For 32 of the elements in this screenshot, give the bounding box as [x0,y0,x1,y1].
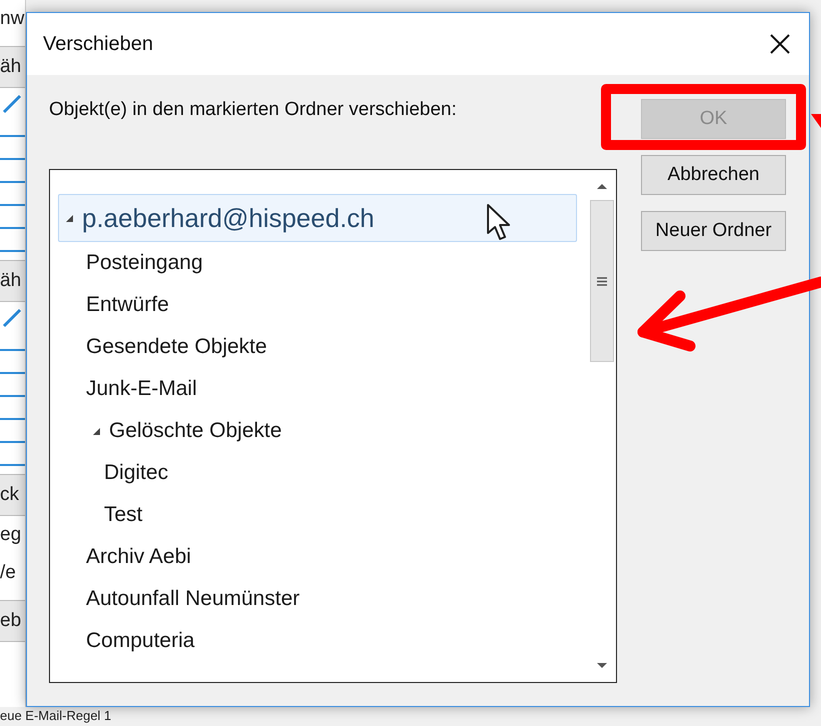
dialog-button[interactable]: Abbrechen [641,155,786,195]
folder-item[interactable]: Digitec [58,452,176,494]
scroll-thumb[interactable] [590,200,614,362]
window-title: Verschieben [43,32,154,56]
folder-item[interactable]: Autounfall Neumünster [58,578,308,620]
column-header: äh [0,270,22,292]
label-text: nw [0,7,25,31]
column-header: ck [0,484,19,506]
folder-item[interactable]: Entwürfe [58,284,177,326]
folder-item[interactable]: Gesendete Objekte [58,326,275,368]
folder-item[interactable]: Posteingang [58,242,211,284]
mouse-pointer-icon [486,203,512,241]
expanded-icon[interactable] [92,426,101,436]
scroll-down-icon[interactable] [596,662,608,670]
folder-item[interactable]: p.aeberhard@hispeed.ch [58,194,577,242]
folder-item[interactable]: Junk-E-Mail [58,368,205,410]
grip-icon [596,276,608,286]
column-header: eb [0,610,22,632]
arrow-tip [811,114,821,128]
label-text: eg [0,523,22,547]
folder-item[interactable]: Archiv Aebi [58,536,200,578]
folder-item[interactable]: Computeria [58,620,203,662]
scroll-up-icon[interactable] [596,182,608,190]
dialog-button[interactable]: Neuer Ordner [641,211,786,251]
folder-item[interactable]: Test [58,494,151,536]
expanded-icon[interactable] [65,214,74,222]
rule-name: eue E-Mail-Regel 1 [0,707,112,725]
folder-item[interactable]: Gelöschte Objekte [58,410,290,452]
label-text: /e [0,561,17,585]
column-header: äh [0,56,22,78]
prompt-text: Objekt(e) in den markierten Ordner verschieben: [49,99,458,122]
close-icon[interactable] [769,33,791,55]
